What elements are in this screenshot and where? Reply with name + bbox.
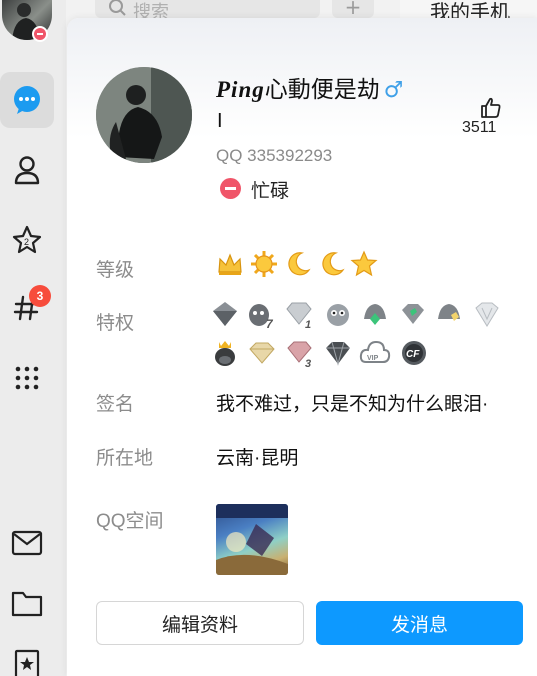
green-diamond-icon (360, 299, 390, 329)
status-label: 忙碌 (251, 181, 290, 202)
folder-icon (11, 591, 43, 617)
qzone-photo-thumbnail[interactable] (216, 504, 288, 575)
crown-icon (216, 250, 244, 278)
rail-status-busy-icon (32, 26, 48, 42)
star-icon (350, 250, 378, 278)
black-diamond-icon (323, 338, 353, 368)
nickname-latin: Ping (216, 77, 265, 102)
files-nav-button[interactable] (0, 575, 54, 631)
svg-text:1: 1 (305, 319, 311, 329)
qzone-label: QQ空间 (96, 511, 164, 532)
yellow-diamond-icon (434, 299, 464, 329)
like-count: 3511 (462, 119, 497, 136)
search-icon (109, 0, 126, 16)
signature-label: 签名 (96, 394, 135, 415)
person-icon (14, 156, 40, 185)
svg-text:7: 7 (266, 317, 274, 329)
level-label: 等级 (96, 260, 135, 281)
svg-text:3: 3 (305, 358, 311, 368)
vip-cloud-icon: VIP (359, 338, 391, 368)
chat-bubble-icon (14, 86, 40, 114)
busy-status-icon (220, 178, 241, 199)
location-value: 云南·昆明 (216, 448, 299, 469)
sun-icon (250, 250, 278, 278)
bookmark-star-icon (14, 649, 40, 676)
search-bar[interactable] (95, 0, 320, 18)
thumbs-up-icon (481, 97, 501, 118)
privilege-label: 特权 (96, 313, 135, 334)
mail-icon (11, 530, 43, 556)
left-rail: 2 3 (0, 0, 66, 676)
pink-diamond-icon-3: 3 (285, 338, 315, 370)
male-icon: ♂ (383, 78, 404, 103)
location-label: 所在地 (96, 448, 154, 469)
send-message-button[interactable]: 发消息 (316, 601, 523, 645)
moon-icon (284, 250, 312, 278)
svg-text:2: 2 (24, 237, 29, 247)
diamond-icon-1: 1 (284, 299, 314, 331)
vip-diamond-icon (210, 299, 240, 329)
green-gem-icon (398, 299, 428, 329)
star-icon: 2 (12, 225, 42, 254)
profile-avatar[interactable] (96, 67, 192, 163)
qq-number: QQ 335392293 (216, 146, 333, 165)
signature-value: 我不难过，只是不知为什么眼泪· (216, 394, 489, 415)
profile-mark: I (217, 110, 223, 132)
bookmark-nav-button[interactable] (0, 636, 54, 676)
favorites-nav-button[interactable]: 2 (0, 212, 54, 268)
penguin-crown-icon (210, 338, 240, 368)
super-member-icon-7: 7 (246, 299, 276, 331)
svg-text:VIP: VIP (367, 355, 379, 362)
grid-icon (15, 366, 39, 390)
cf-icon: CF (399, 338, 429, 368)
add-button[interactable]: + (332, 0, 374, 18)
nickname-cn: 心動便是劫 (264, 76, 380, 102)
messages-nav-button[interactable] (0, 72, 54, 128)
profile-nickname: Ping心動便是劫 ♂ (216, 70, 403, 104)
profile-card: Ping心動便是劫 ♂ I QQ 335392293 忙碌 3511 等级 特权 … (67, 18, 537, 676)
channels-badge: 3 (29, 285, 51, 307)
white-gem-icon (472, 299, 502, 329)
penguin-icon (323, 299, 353, 329)
contacts-nav-button[interactable] (0, 142, 54, 198)
apps-nav-button[interactable] (0, 350, 54, 406)
moon-icon (318, 250, 346, 278)
svg-text:CF: CF (406, 349, 420, 360)
gold-diamond-icon (247, 338, 277, 368)
mail-nav-button[interactable] (0, 515, 54, 571)
edit-profile-button[interactable]: 编辑资料 (96, 601, 304, 645)
